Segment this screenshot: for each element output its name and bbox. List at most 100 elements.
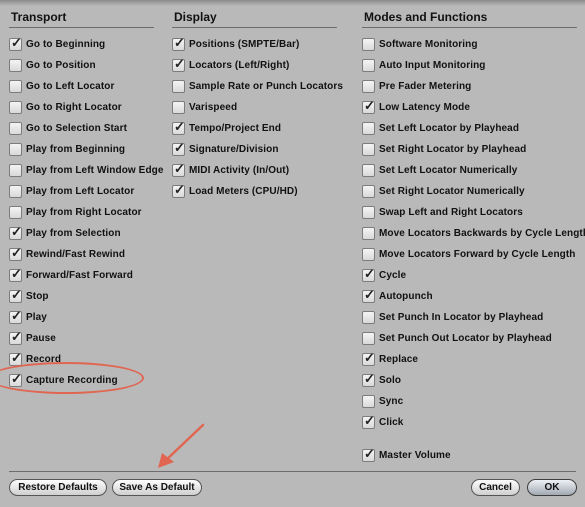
cancel-button[interactable]: Cancel bbox=[471, 479, 520, 496]
checkbox-unchecked-icon[interactable] bbox=[9, 80, 22, 93]
checkbox-item[interactable]: Master Volume bbox=[362, 445, 577, 466]
checkbox-unchecked-icon[interactable] bbox=[362, 80, 375, 93]
checkbox-item[interactable]: Play bbox=[9, 307, 154, 328]
checkbox-checked-icon[interactable] bbox=[362, 98, 375, 114]
checkbox-item[interactable]: MIDI Activity (In/Out) bbox=[172, 160, 337, 181]
checkbox-item[interactable]: Locators (Left/Right) bbox=[172, 55, 337, 76]
checkbox-checked-icon[interactable] bbox=[9, 266, 22, 282]
checkbox-checked-icon[interactable] bbox=[9, 245, 22, 261]
checkbox-checked-icon[interactable] bbox=[172, 56, 185, 72]
checkbox-item[interactable]: Pre Fader Metering bbox=[362, 76, 577, 97]
checkbox-unchecked-icon[interactable] bbox=[362, 38, 375, 51]
checkbox-item[interactable]: Swap Left and Right Locators bbox=[362, 202, 577, 223]
checkbox-item[interactable]: Play from Left Window Edge bbox=[9, 160, 163, 181]
checkbox-unchecked-icon[interactable] bbox=[362, 185, 375, 198]
checkbox-unchecked-icon[interactable] bbox=[362, 164, 375, 177]
checkbox-checked-icon[interactable] bbox=[362, 413, 375, 429]
checkbox-label: Set Punch In Locator by Playhead bbox=[379, 312, 544, 323]
checkbox-unchecked-icon[interactable] bbox=[362, 59, 375, 72]
checkbox-item[interactable]: Capture Recording bbox=[9, 370, 154, 391]
checkbox-item[interactable]: Auto Input Monitoring bbox=[362, 55, 577, 76]
checkbox-unchecked-icon[interactable] bbox=[9, 185, 22, 198]
checkbox-unchecked-icon[interactable] bbox=[362, 395, 375, 408]
checkbox-item[interactable]: Varispeed bbox=[172, 97, 337, 118]
checkbox-item[interactable]: Pause bbox=[9, 328, 154, 349]
checkbox-checked-icon[interactable] bbox=[362, 266, 375, 282]
checkbox-unchecked-icon[interactable] bbox=[362, 206, 375, 219]
restore-defaults-button[interactable]: Restore Defaults bbox=[9, 479, 107, 496]
checkbox-checked-icon[interactable] bbox=[9, 329, 22, 345]
checkbox-label: Set Punch Out Locator by Playhead bbox=[379, 333, 552, 344]
checkbox-item[interactable]: Move Locators Backwards by Cycle Length bbox=[362, 223, 585, 244]
checkbox-checked-icon[interactable] bbox=[172, 182, 185, 198]
checkbox-item[interactable]: Software Monitoring bbox=[362, 34, 577, 55]
checkbox-unchecked-icon[interactable] bbox=[362, 227, 375, 240]
checkbox-item[interactable]: Click bbox=[362, 412, 577, 433]
checkbox-item[interactable]: Go to Left Locator bbox=[9, 76, 154, 97]
checkbox-unchecked-icon[interactable] bbox=[362, 143, 375, 156]
checkbox-item[interactable]: Replace bbox=[362, 349, 577, 370]
checkbox-item[interactable]: Move Locators Forward by Cycle Length bbox=[362, 244, 577, 265]
checkbox-checked-icon[interactable] bbox=[9, 35, 22, 51]
checkbox-item[interactable]: Play from Beginning bbox=[9, 139, 154, 160]
checkbox-item[interactable]: Set Right Locator by Playhead bbox=[362, 139, 577, 160]
checkbox-item[interactable]: Signature/Division bbox=[172, 139, 337, 160]
checkbox-item[interactable]: Set Punch Out Locator by Playhead bbox=[362, 328, 577, 349]
checkbox-unchecked-icon[interactable] bbox=[9, 143, 22, 156]
checkbox-unchecked-icon[interactable] bbox=[9, 122, 22, 135]
checkbox-unchecked-icon[interactable] bbox=[9, 164, 22, 177]
checkbox-item[interactable]: Play from Selection bbox=[9, 223, 154, 244]
checkbox-item[interactable]: Autopunch bbox=[362, 286, 577, 307]
checkbox-item[interactable]: Play from Right Locator bbox=[9, 202, 154, 223]
checkbox-unchecked-icon[interactable] bbox=[9, 101, 22, 114]
checkbox-checked-icon[interactable] bbox=[172, 161, 185, 177]
checkbox-item[interactable]: Sample Rate or Punch Locators bbox=[172, 76, 343, 97]
checkbox-item[interactable]: Go to Beginning bbox=[9, 34, 154, 55]
checkbox-unchecked-icon[interactable] bbox=[362, 248, 375, 261]
checkbox-item[interactable]: Forward/Fast Forward bbox=[9, 265, 154, 286]
checkbox-checked-icon[interactable] bbox=[9, 350, 22, 366]
checkbox-item[interactable]: Rewind/Fast Rewind bbox=[9, 244, 154, 265]
modes-column: Modes and Functions Software Monitoring A… bbox=[362, 8, 585, 466]
checkbox-item[interactable]: Tempo/Project End bbox=[172, 118, 337, 139]
checkbox-item[interactable]: Load Meters (CPU/HD) bbox=[172, 181, 337, 202]
checkbox-unchecked-icon[interactable] bbox=[9, 206, 22, 219]
checkbox-item[interactable]: Low Latency Mode bbox=[362, 97, 577, 118]
checkbox-checked-icon[interactable] bbox=[362, 287, 375, 303]
checkbox-item[interactable]: Solo bbox=[362, 370, 577, 391]
ok-button[interactable]: OK bbox=[527, 479, 577, 496]
checkbox-item[interactable]: Go to Selection Start bbox=[9, 118, 154, 139]
checkbox-item[interactable]: Set Left Locator Numerically bbox=[362, 160, 577, 181]
checkbox-checked-icon[interactable] bbox=[362, 371, 375, 387]
checkbox-unchecked-icon[interactable] bbox=[362, 122, 375, 135]
checkbox-checked-icon[interactable] bbox=[9, 371, 22, 387]
checkbox-item[interactable]: Sync bbox=[362, 391, 577, 412]
checkbox-checked-icon[interactable] bbox=[9, 287, 22, 303]
checkbox-item[interactable]: Play from Left Locator bbox=[9, 181, 154, 202]
checkbox-checked-icon[interactable] bbox=[362, 446, 375, 462]
checkbox-item[interactable]: Record bbox=[9, 349, 154, 370]
checkbox-checked-icon[interactable] bbox=[362, 350, 375, 366]
save-as-default-button[interactable]: Save As Default bbox=[112, 479, 202, 496]
checkbox-checked-icon[interactable] bbox=[172, 119, 185, 135]
checkbox-checked-icon[interactable] bbox=[9, 224, 22, 240]
checkbox-item[interactable]: Positions (SMPTE/Bar) bbox=[172, 34, 337, 55]
transport-column: Transport Go to Beginning Go to Position G… bbox=[9, 8, 163, 391]
checkbox-item[interactable]: Go to Right Locator bbox=[9, 97, 154, 118]
checkbox-unchecked-icon[interactable] bbox=[362, 311, 375, 324]
checkbox-unchecked-icon[interactable] bbox=[172, 80, 185, 93]
checkbox-item[interactable]: Set Left Locator by Playhead bbox=[362, 118, 577, 139]
checkbox-unchecked-icon[interactable] bbox=[172, 101, 185, 114]
checkbox-item[interactable]: Set Punch In Locator by Playhead bbox=[362, 307, 577, 328]
checkbox-item[interactable]: Cycle bbox=[362, 265, 577, 286]
checkbox-checked-icon[interactable] bbox=[172, 140, 185, 156]
checkbox-checked-icon[interactable] bbox=[9, 308, 22, 324]
checkbox-label: Rewind/Fast Rewind bbox=[26, 249, 126, 260]
checkbox-item[interactable]: Set Right Locator Numerically bbox=[362, 181, 577, 202]
checkbox-label: Locators (Left/Right) bbox=[189, 60, 290, 71]
checkbox-unchecked-icon[interactable] bbox=[362, 332, 375, 345]
checkbox-item[interactable]: Stop bbox=[9, 286, 154, 307]
checkbox-checked-icon[interactable] bbox=[172, 35, 185, 51]
checkbox-item[interactable]: Go to Position bbox=[9, 55, 154, 76]
checkbox-unchecked-icon[interactable] bbox=[9, 59, 22, 72]
